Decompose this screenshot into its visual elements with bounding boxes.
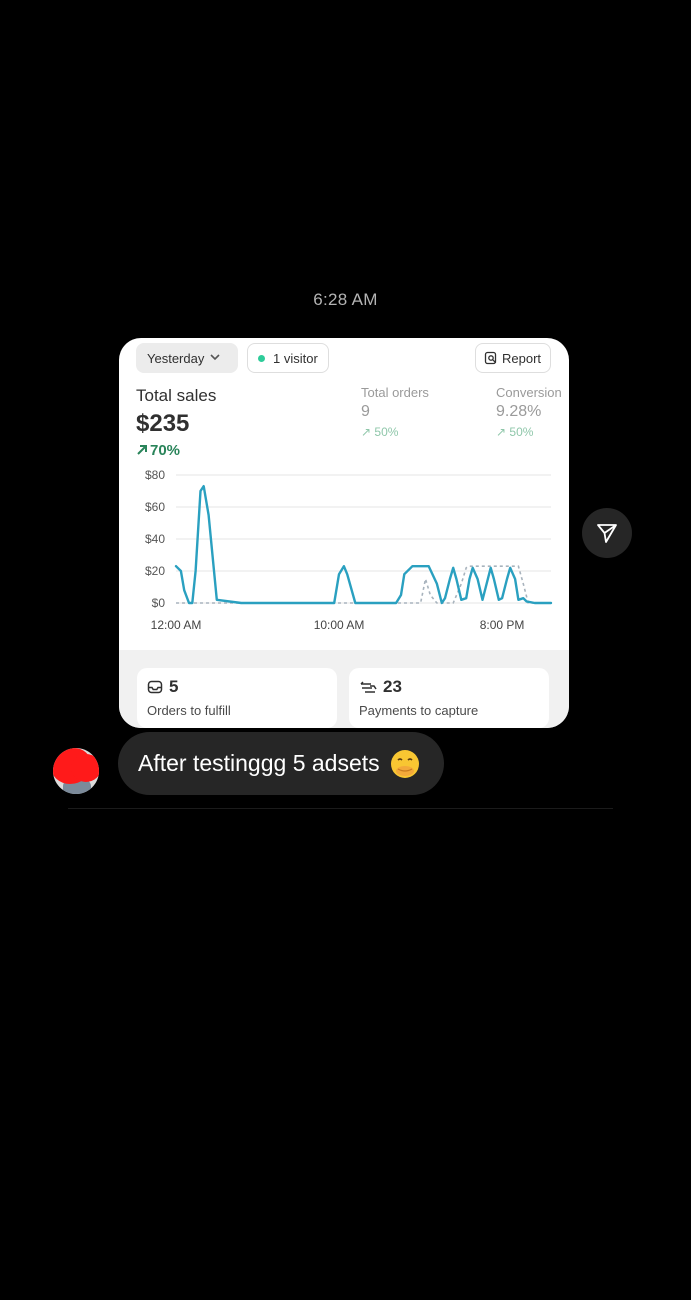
x-tick-label: 12:00 AM — [151, 618, 202, 632]
x-tick-label: 10:00 AM — [314, 618, 365, 632]
avatar-redaction — [71, 754, 99, 782]
y-tick-label: $0 — [152, 596, 166, 610]
y-tick-label: $60 — [145, 500, 165, 514]
face-with-hand-over-mouth-emoji — [390, 749, 420, 779]
orders-to-fulfill-card[interactable]: 5 Orders to fulfill — [137, 668, 337, 728]
arrow-up-right-icon — [137, 445, 147, 455]
date-filter-button[interactable]: Yesterday — [136, 343, 238, 373]
inbox-icon — [147, 680, 163, 694]
metric-change: ↗ 50% — [361, 425, 399, 439]
metric-conversion: Conversion 9.28% ↗ 50% — [496, 385, 562, 439]
send-icon — [597, 524, 617, 543]
visitors-label: 1 visitor — [273, 350, 318, 366]
message-text: After testinggg 5 adsets — [138, 750, 380, 776]
share-send-button[interactable] — [582, 508, 632, 558]
stat-label: Payments to capture — [359, 703, 479, 718]
y-tick-label: $80 — [145, 468, 165, 482]
cash-icon — [360, 681, 377, 693]
visitors-badge[interactable]: 1 visitor — [247, 343, 329, 373]
y-tick-label: $20 — [145, 564, 165, 578]
shared-sales-card[interactable]: Yesterday 1 visitor Report Total sales $… — [119, 338, 569, 728]
quick-stats-area: 5 Orders to fulfill 23 Payments to captu… — [119, 650, 569, 728]
metric-total-orders: Total orders 9 ↗ 50% — [361, 385, 429, 439]
y-tick-label: $40 — [145, 532, 165, 546]
metric-change: ↗ 50% — [496, 425, 534, 439]
report-icon — [484, 351, 497, 365]
metric-change-value: 50% — [509, 425, 534, 439]
message-bubble[interactable]: After testinggg 5 adsets — [118, 732, 444, 795]
sender-avatar[interactable] — [53, 748, 99, 794]
payments-to-capture-card[interactable]: 23 Payments to capture — [349, 668, 549, 728]
report-button[interactable]: Report — [475, 343, 551, 373]
x-tick-label: 8:00 PM — [480, 618, 525, 632]
chevron-down-icon — [210, 353, 220, 364]
live-dot-icon — [258, 354, 265, 362]
date-filter-label: Yesterday — [147, 350, 205, 366]
message-timestamp: 6:28 AM — [313, 290, 378, 309]
total-sales-change: 70% — [136, 442, 180, 459]
metric-change-value: 50% — [374, 425, 399, 439]
divider — [68, 808, 613, 809]
sales-line-chart: $80 $60 $40 $20 $0 12:00 AM 10:00 AM 8:00 PM — [145, 468, 553, 632]
total-sales-label: Total sales — [136, 386, 217, 405]
stat-value: 5 — [169, 677, 179, 696]
stat-value: 23 — [383, 677, 402, 696]
metric-value: 9.28% — [496, 403, 542, 420]
total-sales-value: $235 — [136, 410, 190, 437]
metric-label: Total orders — [361, 385, 429, 400]
report-label: Report — [502, 350, 542, 366]
total-sales-change-value: 70% — [150, 442, 181, 459]
metric-label: Conversion — [496, 385, 562, 400]
metric-value: 9 — [361, 403, 370, 420]
stat-label: Orders to fulfill — [147, 703, 231, 718]
sales-series-line — [174, 485, 553, 605]
